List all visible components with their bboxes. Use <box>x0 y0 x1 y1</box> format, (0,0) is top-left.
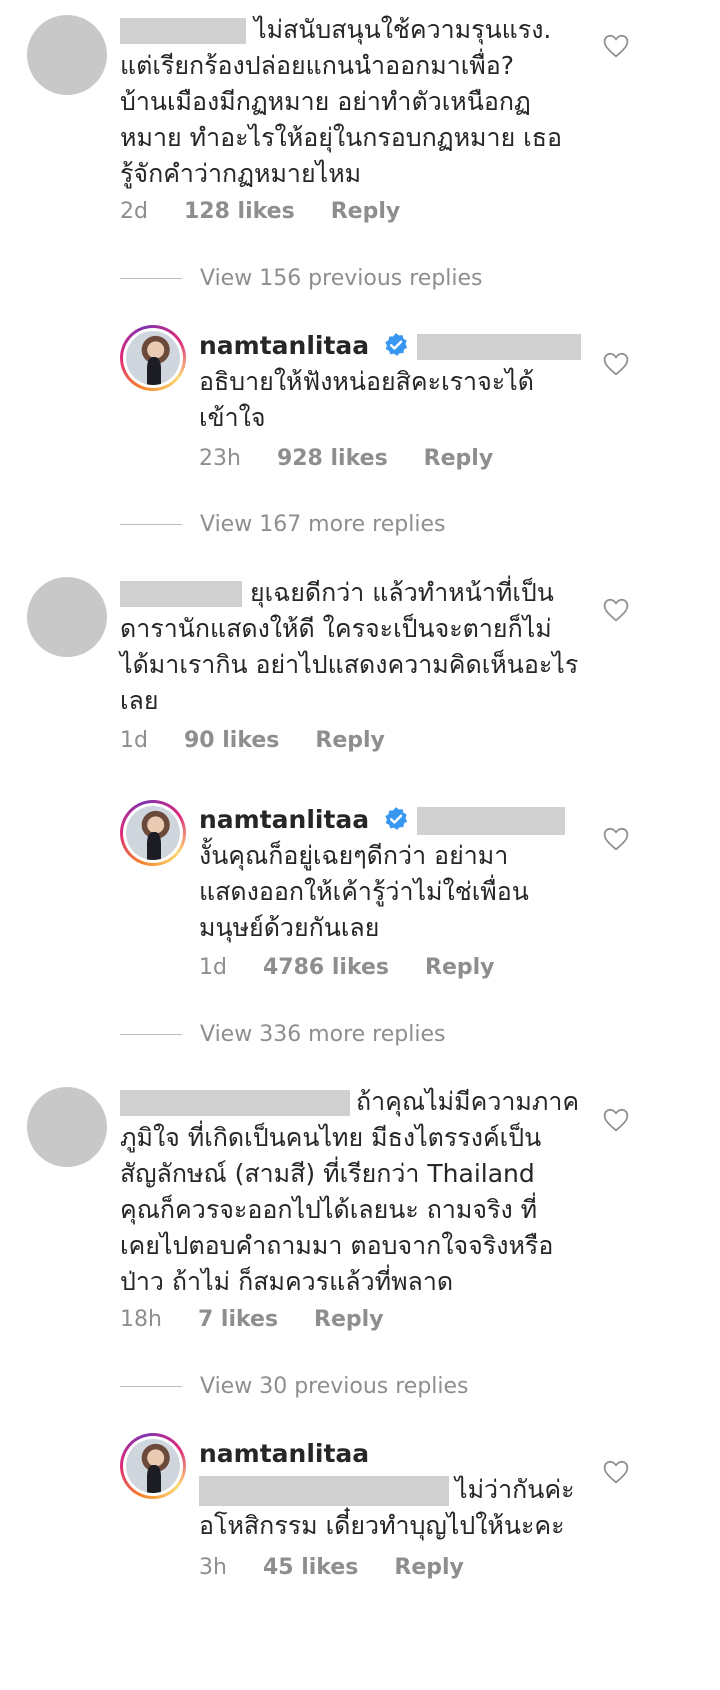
reply-time: 23h <box>199 446 241 471</box>
divider-line <box>120 277 182 279</box>
redacted-username <box>120 1090 350 1116</box>
reply-button[interactable]: Reply <box>424 446 494 471</box>
likes-count[interactable]: 90 likes <box>184 728 279 753</box>
likes-count[interactable]: 45 likes <box>263 1555 358 1580</box>
reply-meta: 3h 45 likes Reply <box>199 1555 500 1580</box>
reply-username[interactable]: namtanlitaa <box>199 805 369 834</box>
view-replies-button[interactable]: View 156 previous replies <box>120 263 483 293</box>
view-more-replies-button[interactable]: View 336 more replies <box>120 1019 445 1049</box>
comments-page: ไม่สนับสนุนใช้ความรุนแรง. แต่เรียกร้องปล… <box>0 0 720 1690</box>
reply-button[interactable]: Reply <box>315 728 385 753</box>
commenter-avatar[interactable] <box>27 577 107 657</box>
comment-time: 2d <box>120 199 148 224</box>
likes-count[interactable]: 928 likes <box>277 446 388 471</box>
comment-text: ไม่สนับสนุนใช้ความรุนแรง. แต่เรียกร้องปล… <box>120 15 562 188</box>
likes-count[interactable]: 128 likes <box>184 199 295 224</box>
divider-line <box>120 1033 182 1035</box>
reply-text: namtanlitaa ไม่ว่ากันค่ะ อโหสิกรรม เดี๋ย… <box>199 1436 599 1544</box>
likes-count[interactable]: 4786 likes <box>263 955 389 980</box>
redacted-mention <box>417 807 566 835</box>
heart-icon[interactable] <box>603 1460 629 1484</box>
reply-avatar[interactable] <box>120 800 186 866</box>
reply-button[interactable]: Reply <box>394 1555 464 1580</box>
redacted-mention <box>417 334 582 360</box>
reply-avatar[interactable] <box>120 325 186 391</box>
reply-time: 1d <box>199 955 227 980</box>
divider-line <box>120 523 182 525</box>
reply-button[interactable]: Reply <box>425 955 495 980</box>
heart-icon[interactable] <box>603 598 629 622</box>
comment-meta: 18h 7 likes Reply <box>120 1307 420 1332</box>
reply-username[interactable]: namtanlitaa <box>199 1436 599 1472</box>
verified-icon <box>385 333 408 356</box>
likes-count[interactable]: 7 likes <box>198 1307 278 1332</box>
comment-meta: 1d 90 likes Reply <box>120 728 421 753</box>
heart-icon[interactable] <box>603 1108 629 1132</box>
reply-time: 3h <box>199 1555 227 1580</box>
reply-meta: 1d 4786 likes Reply <box>199 955 531 980</box>
redacted-username <box>120 18 246 44</box>
comment-text: ถ้าคุณไม่มีความภาค ภูมิใจ ที่เกิดเป็นคนไ… <box>120 1087 580 1296</box>
commenter-avatar[interactable] <box>27 1087 107 1167</box>
comment-meta: 2d 128 likes Reply <box>120 199 436 224</box>
reply-button[interactable]: Reply <box>331 199 401 224</box>
reply-text: namtanlitaa งั้นคุณก็อยู่เฉยๆดีกว่า อย่า… <box>199 802 589 946</box>
reply-avatar[interactable] <box>120 1433 186 1499</box>
comment-time: 18h <box>120 1307 162 1332</box>
redacted-username <box>120 581 242 607</box>
comment-time: 1d <box>120 728 148 753</box>
divider-line <box>120 1385 182 1387</box>
view-more-replies-button[interactable]: View 167 more replies <box>120 509 445 539</box>
view-replies-button[interactable]: View 30 previous replies <box>120 1371 469 1401</box>
commenter-avatar[interactable] <box>27 15 107 95</box>
reply-button[interactable]: Reply <box>314 1307 384 1332</box>
reply-username[interactable]: namtanlitaa <box>199 331 369 360</box>
verified-icon <box>385 807 408 830</box>
heart-icon[interactable] <box>603 34 629 58</box>
reply-text: namtanlitaa อธิบายให้ฟังหน่อยสิคะเราจะได… <box>199 328 589 436</box>
redacted-mention <box>199 1476 449 1506</box>
reply-meta: 23h 928 likes Reply <box>199 446 529 471</box>
heart-icon[interactable] <box>603 827 629 851</box>
comment-text: ยุเฉยดีกว่า แล้วทำหน้าที่เป็น ดารานักแสด… <box>120 578 579 715</box>
heart-icon[interactable] <box>603 352 629 376</box>
